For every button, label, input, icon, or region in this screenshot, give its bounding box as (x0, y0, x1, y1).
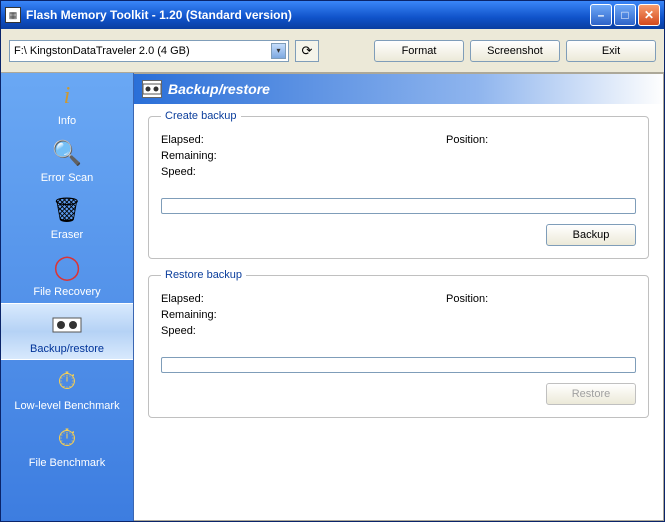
sidebar-item-label: Info (58, 115, 76, 127)
restore-progressbar (161, 357, 636, 373)
backup-button[interactable]: Backup (546, 224, 636, 246)
minimize-button[interactable]: – (590, 4, 612, 26)
chevron-down-icon: ▾ (271, 43, 286, 59)
restore-backup-legend: Restore backup (161, 269, 246, 281)
page-title: Backup/restore (168, 81, 270, 97)
info-icon: i (51, 81, 83, 113)
close-button[interactable]: ✕ (638, 4, 660, 26)
main-body: Create backup Elapsed: Position: Remaini… (134, 104, 663, 520)
sidebar-item-info[interactable]: i Info (1, 75, 133, 132)
elapsed-label: Elapsed: (161, 293, 446, 305)
stopwatch-icon: ⏱ (51, 423, 83, 455)
refresh-icon: ⟳ (302, 43, 313, 59)
speed-label: Speed: (161, 166, 446, 178)
sidebar-item-backuprestore[interactable]: Backup/restore (1, 303, 133, 360)
position-label: Position: (446, 134, 636, 146)
app-window: ▦ Flash Memory Toolkit - 1.20 (Standard … (0, 0, 665, 522)
sidebar-item-label: File Benchmark (29, 457, 105, 469)
elapsed-label: Elapsed: (161, 134, 446, 146)
speed-label: Speed: (161, 325, 446, 337)
sidebar-item-lowlevelbench[interactable]: ⏱ Low-level Benchmark (1, 360, 133, 417)
body: i Info 🔍 Error Scan 🗑 Eraser ◯ File Reco… (1, 73, 664, 521)
main-header: Backup/restore (134, 74, 663, 104)
position-label: Position: (446, 293, 636, 305)
magnifier-icon: 🔍 (51, 138, 83, 170)
tape-icon (142, 80, 162, 98)
titlebar: ▦ Flash Memory Toolkit - 1.20 (Standard … (1, 1, 664, 29)
backup-progressbar (161, 198, 636, 214)
sidebar: i Info 🔍 Error Scan 🗑 Eraser ◯ File Reco… (1, 73, 134, 521)
format-button[interactable]: Format (374, 40, 464, 62)
remaining-label: Remaining: (161, 150, 446, 162)
stopwatch-icon: ⏱ (51, 366, 83, 398)
create-backup-legend: Create backup (161, 110, 241, 122)
sidebar-item-eraser[interactable]: 🗑 Eraser (1, 189, 133, 246)
lifebuoy-icon: ◯ (51, 252, 83, 284)
app-icon: ▦ (5, 7, 21, 23)
sidebar-item-filerecovery[interactable]: ◯ File Recovery (1, 246, 133, 303)
main-panel: Backup/restore Create backup Elapsed: Po… (134, 73, 664, 521)
trash-icon: 🗑 (51, 195, 83, 227)
exit-button[interactable]: Exit (566, 40, 656, 62)
sidebar-item-label: Low-level Benchmark (14, 400, 119, 412)
window-buttons: – □ ✕ (590, 4, 660, 26)
create-backup-group: Create backup Elapsed: Position: Remaini… (148, 110, 649, 259)
sidebar-item-label: File Recovery (33, 286, 100, 298)
restore-button[interactable]: Restore (546, 383, 636, 405)
drive-select-value: F:\ KingstonDataTraveler 2.0 (4 GB) (14, 45, 190, 57)
screenshot-button[interactable]: Screenshot (470, 40, 560, 62)
sidebar-item-filebench[interactable]: ⏱ File Benchmark (1, 417, 133, 474)
tape-icon (51, 309, 83, 341)
drive-select[interactable]: F:\ KingstonDataTraveler 2.0 (4 GB) ▾ (9, 40, 289, 62)
sidebar-item-label: Eraser (51, 229, 83, 241)
sidebar-item-label: Error Scan (41, 172, 94, 184)
sidebar-item-label: Backup/restore (30, 343, 104, 355)
refresh-button[interactable]: ⟳ (295, 40, 319, 62)
sidebar-item-errorscan[interactable]: 🔍 Error Scan (1, 132, 133, 189)
restore-backup-group: Restore backup Elapsed: Position: Remain… (148, 269, 649, 418)
remaining-label: Remaining: (161, 309, 446, 321)
maximize-button[interactable]: □ (614, 4, 636, 26)
toolbar: F:\ KingstonDataTraveler 2.0 (4 GB) ▾ ⟳ … (1, 29, 664, 73)
window-title: Flash Memory Toolkit - 1.20 (Standard ve… (26, 8, 590, 22)
